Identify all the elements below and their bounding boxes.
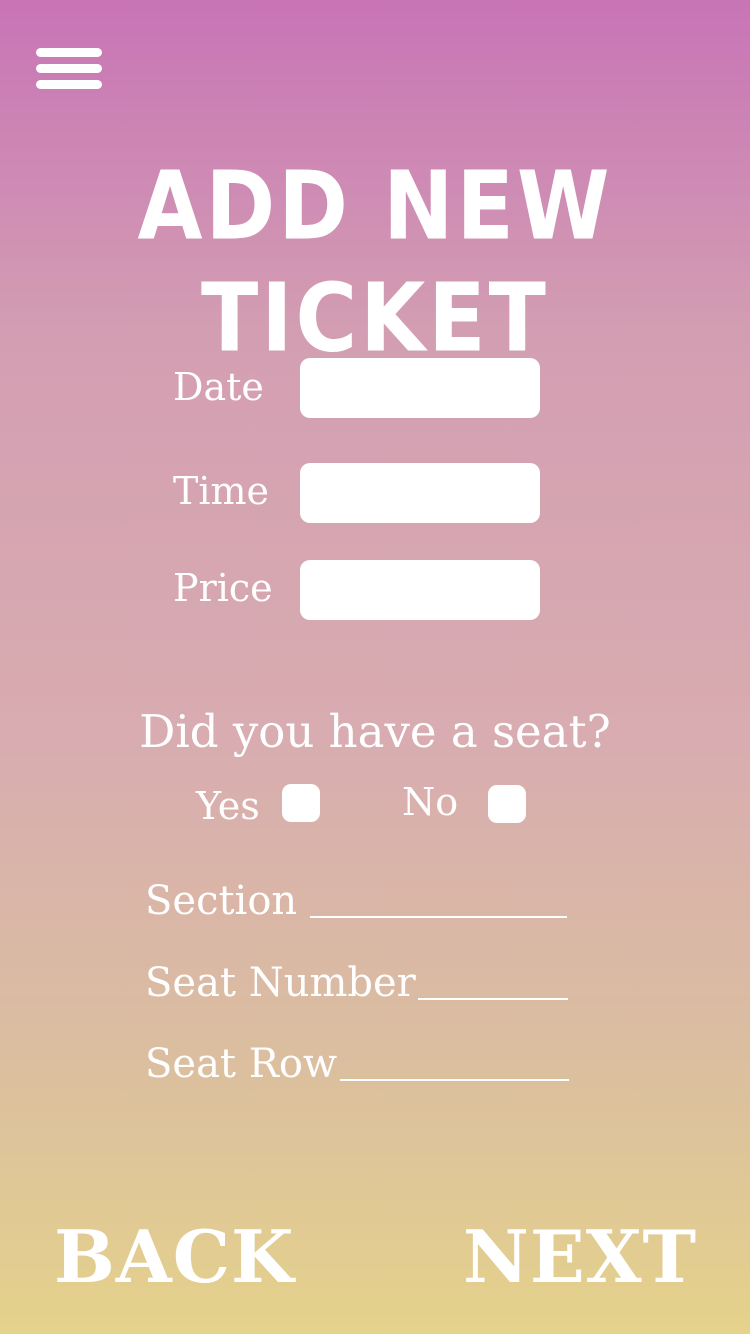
section-label: Section <box>145 878 298 924</box>
seat-question: Did you have a seat? <box>139 705 611 758</box>
menu-bar-middle <box>36 64 102 73</box>
no-label: No <box>402 780 459 824</box>
back-button[interactable]: BACK <box>54 1215 295 1299</box>
yes-checkbox[interactable] <box>282 784 320 822</box>
section-input[interactable] <box>310 890 567 918</box>
time-label: Time <box>173 469 270 513</box>
next-button[interactable]: NEXT <box>463 1215 697 1299</box>
menu-bar-bottom <box>36 80 102 89</box>
seat-number-label: Seat Number <box>145 960 416 1006</box>
seat-row-input[interactable] <box>340 1053 569 1081</box>
no-checkbox[interactable] <box>488 785 526 823</box>
time-input[interactable] <box>300 463 540 523</box>
seat-row-label: Seat Row <box>145 1041 338 1087</box>
yes-label: Yes <box>196 784 260 828</box>
hamburger-menu-icon[interactable] <box>36 48 102 90</box>
menu-bar-top <box>36 48 102 57</box>
price-label: Price <box>173 566 273 610</box>
date-label: Date <box>173 365 264 409</box>
price-input[interactable] <box>300 560 540 620</box>
page-title: ADD NEW TICKET <box>137 151 613 373</box>
seat-number-input[interactable] <box>418 972 568 1000</box>
date-input[interactable] <box>300 358 540 418</box>
